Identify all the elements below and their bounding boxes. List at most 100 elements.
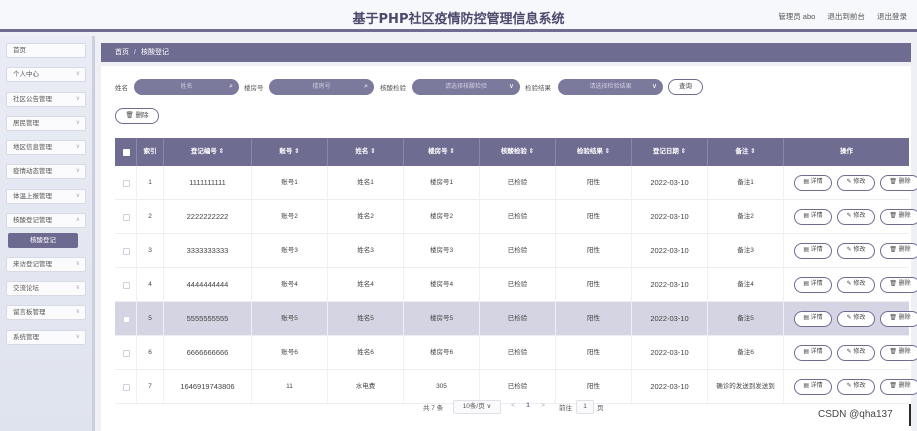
test-select[interactable]: 请选择核酸检验 ∨ — [412, 79, 520, 95]
query-button[interactable]: 查询 — [668, 79, 703, 95]
cell-account: 账号2 — [252, 200, 328, 234]
delete-button[interactable]: 🗑 删除 — [880, 175, 917, 191]
sidebar-item-nucleic[interactable]: 核酸登记管理 ∧ — [6, 213, 86, 228]
cell-account: 账号1 — [252, 166, 328, 200]
pagination: 共 7 条 10条/页 ∨ < 1 > 前往 1 页 — [101, 400, 911, 416]
result-select[interactable]: 请选择检验结果 ∨ — [558, 79, 663, 95]
checkbox[interactable] — [123, 149, 130, 156]
room-placeholder: 楼房号 — [312, 84, 331, 90]
delete-button[interactable]: 🗑 删除 — [880, 311, 917, 327]
sidebar-item-residents[interactable]: 居民管理 ∨ — [6, 116, 86, 131]
edit-button[interactable]: ✎ 修改 — [837, 345, 875, 361]
page-size-select[interactable]: 10条/页 ∨ — [453, 400, 501, 414]
sidebar-subitem-nucleic-register[interactable]: 核酸登记 — [8, 233, 78, 248]
detail-button[interactable]: ▤ 详情 — [794, 209, 832, 225]
cell-code: 2222222222 — [164, 200, 252, 234]
edit-button[interactable]: ✎ 修改 — [837, 209, 875, 225]
sidebar-item-regions[interactable]: 地区信息管理 ∨ — [6, 140, 86, 155]
table-row[interactable]: 6 6666666666 账号6 姓名6 楼房号6 已检验 阳性 2022-03-10 备注6 ▤… — [115, 336, 917, 370]
cell-account: 账号3 — [252, 234, 328, 268]
prev-page-button[interactable]: < — [507, 400, 519, 414]
detail-button[interactable]: ▤ 详情 — [794, 311, 832, 327]
next-page-button[interactable]: > — [537, 400, 549, 414]
breadcrumb-home[interactable]: 首页 — [115, 49, 129, 56]
edit-button[interactable]: ✎ 修改 — [837, 175, 875, 191]
cell-name: 姓名4 — [328, 268, 404, 302]
header-name[interactable]: 姓名 ⇕ — [328, 138, 404, 166]
delete-button[interactable]: 🗑 删除 — [880, 345, 917, 361]
sidebar-item-temperature[interactable]: 体温上报管理 ∨ — [6, 189, 86, 204]
admin-label: 管理员 abo — [778, 12, 816, 21]
sidebar-item-system[interactable]: 系统管理 ∨ — [6, 330, 86, 345]
sidebar-item-label: 首页 — [13, 47, 26, 54]
edit-button[interactable]: ✎ 修改 — [837, 379, 875, 395]
detail-button[interactable]: ▤ 详情 — [794, 243, 832, 259]
header-select-all[interactable] — [115, 138, 137, 166]
delete-button[interactable]: 🗑 删除 — [880, 243, 917, 259]
name-search-input[interactable]: 姓名 ⌕ — [134, 79, 239, 95]
sidebar-item-visitors[interactable]: 来访登记管理 ∨ — [6, 257, 86, 272]
room-search-input[interactable]: 楼房号 ⌕ — [269, 79, 374, 95]
to-frontend-link[interactable]: 退出到前台 — [827, 12, 865, 21]
sidebar-item-messages[interactable]: 留言板管理 ∨ — [6, 305, 86, 320]
checkbox[interactable] — [123, 248, 130, 255]
cell-result: 阳性 — [556, 336, 632, 370]
cell-index: 1 — [137, 166, 164, 200]
detail-button[interactable]: ▤ 详情 — [794, 175, 832, 191]
header-test[interactable]: 核酸检验 ⇕ — [480, 138, 556, 166]
logout-link[interactable]: 退出登录 — [877, 12, 907, 21]
checkbox[interactable] — [123, 180, 130, 187]
sidebar-item-label: 核酸登记 — [30, 237, 56, 244]
table-row[interactable]: 5 5555555555 账号5 姓名5 楼房号5 已检验 阳性 2022-03-10 备注5 ▤… — [115, 302, 917, 336]
sidebar-item-profile[interactable]: 个人中心 ∨ — [6, 67, 86, 82]
checkbox[interactable] — [123, 214, 130, 221]
top-header: 基于PHP社区疫情防控管理信息系统 管理员 abo 退出到前台 退出登录 — [0, 0, 917, 32]
sidebar-item-label: 交流论坛 — [13, 285, 39, 292]
header-note[interactable]: 备注 ⇕ — [708, 138, 784, 166]
checkbox[interactable] — [123, 350, 130, 357]
header-result[interactable]: 检验结果 ⇕ — [556, 138, 632, 166]
chevron-down-icon: ∨ — [486, 403, 492, 410]
cell-select — [115, 370, 137, 404]
sidebar-item-epidemic[interactable]: 疫情动态管理 ∨ — [6, 164, 86, 179]
cell-account: 账号6 — [252, 336, 328, 370]
detail-button[interactable]: ▤ 详情 — [794, 345, 832, 361]
button-label: 删除 — [898, 213, 911, 219]
detail-icon: ▤ — [803, 247, 811, 253]
cell-note: 备注6 — [708, 336, 784, 370]
sidebar-item-home[interactable]: 首页 — [6, 43, 86, 58]
header-date[interactable]: 登记日期 ⇕ — [632, 138, 708, 166]
delete-button[interactable]: 🗑 删除 — [880, 209, 917, 225]
checkbox[interactable] — [123, 282, 130, 289]
table-row[interactable]: 3 3333333333 账号3 姓名3 楼房号3 已检验 阳性 2022-03-10 备注3 ▤… — [115, 234, 917, 268]
detail-button[interactable]: ▤ 详情 — [794, 379, 832, 395]
table-row[interactable]: 2 2222222222 账号2 姓名2 楼房号2 已检验 阳性 2022-03-10 备注2 ▤… — [115, 200, 917, 234]
sidebar-item-notices[interactable]: 社区公告管理 ∨ — [6, 92, 86, 107]
edit-button[interactable]: ✎ 修改 — [837, 277, 875, 293]
cell-room: 楼房号4 — [404, 268, 480, 302]
current-page[interactable]: 1 — [521, 400, 535, 414]
edit-button[interactable]: ✎ 修改 — [837, 243, 875, 259]
bulk-delete-button[interactable]: 🗑 删除 — [115, 108, 159, 124]
chevron-down-icon: ∨ — [75, 285, 80, 291]
edit-button[interactable]: ✎ 修改 — [837, 311, 875, 327]
sort-icon: ⇕ — [370, 148, 376, 155]
detail-button[interactable]: ▤ 详情 — [794, 277, 832, 293]
header-code[interactable]: 登记编号 ⇕ — [164, 138, 252, 166]
chevron-down-icon: ∨ — [75, 309, 80, 315]
header-account[interactable]: 账号 ⇕ — [252, 138, 328, 166]
checkbox[interactable] — [123, 316, 130, 323]
delete-button[interactable]: 🗑 删除 — [880, 379, 917, 395]
table-row[interactable]: 4 4444444444 账号4 姓名4 楼房号4 已检验 阳性 2022-03-10 备注4 ▤… — [115, 268, 917, 302]
sidebar-scrollbar[interactable] — [92, 36, 95, 431]
table-row[interactable]: 1 1111111111 账号1 姓名1 楼房号1 已检验 阳性 2022-03-10 备注1 ▤… — [115, 166, 917, 200]
cell-date: 2022-03-10 — [632, 336, 708, 370]
cell-note: 备注5 — [708, 302, 784, 336]
checkbox[interactable] — [123, 384, 130, 391]
goto-page-input[interactable]: 1 — [576, 400, 594, 414]
header-room[interactable]: 楼房号 ⇕ — [404, 138, 480, 166]
sidebar-item-forum[interactable]: 交流论坛 ∨ — [6, 281, 86, 296]
delete-button[interactable]: 🗑 删除 — [880, 277, 917, 293]
table-row[interactable]: 7 1646919743806 11 水电费 305 已检验 阳性 2022-03-10 确诊的… — [115, 370, 917, 404]
header-label: 账号 — [279, 148, 293, 155]
